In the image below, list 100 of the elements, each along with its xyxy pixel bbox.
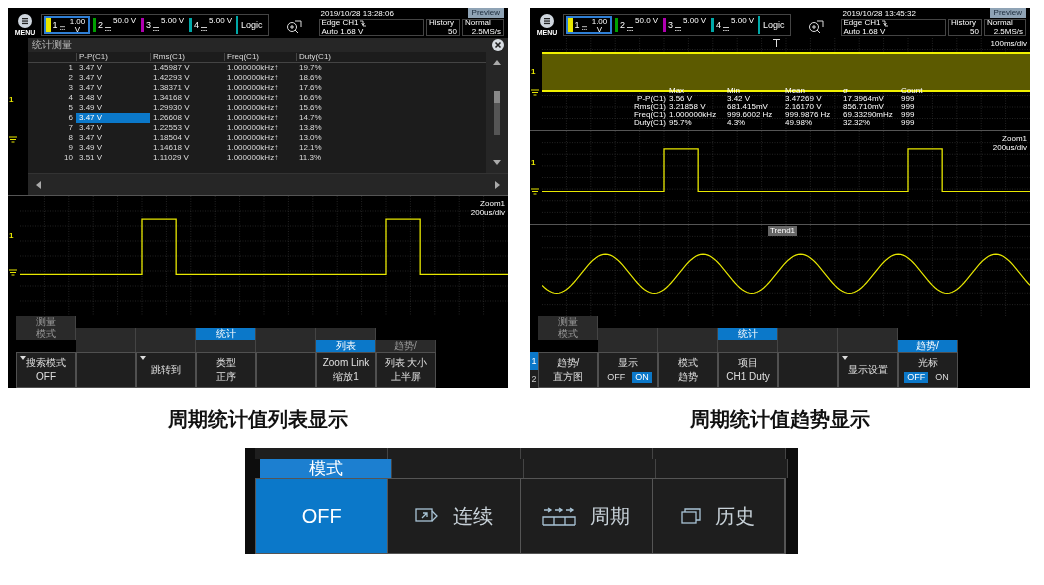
softkey[interactable]: 模式 趋势 <box>658 352 718 388</box>
toggle-softkey[interactable]: 显示 OFF ON <box>598 352 658 388</box>
row-index: 5 <box>67 104 74 112</box>
table-cell[interactable]: 3.49 V <box>76 103 150 113</box>
menu-tab[interactable]: 趋势/ <box>376 340 436 352</box>
row-index: 6 <box>67 114 74 122</box>
menu-tab[interactable] <box>838 340 898 352</box>
channel-marker[interactable]: 1 <box>9 96 14 104</box>
scroll-thumb[interactable] <box>494 90 500 103</box>
history-panel[interactable]: History 50 <box>426 19 460 36</box>
menu-tab[interactable] <box>658 340 718 352</box>
menu-tab[interactable] <box>598 340 658 352</box>
toggle-option[interactable]: OFF <box>904 371 929 383</box>
menu-tab[interactable]: 模式 <box>16 328 76 340</box>
table-cell[interactable]: 3.47 V <box>76 123 150 133</box>
menu-tab[interactable] <box>136 340 196 352</box>
softkey[interactable]: Zoom Link 缩放1 <box>316 352 376 388</box>
close-icon[interactable] <box>492 39 504 51</box>
menu-tab[interactable] <box>387 448 521 459</box>
table-cell[interactable]: 3.51 V <box>76 153 150 163</box>
toggle-option[interactable]: ON <box>932 371 952 383</box>
page-tab[interactable]: 2 <box>530 370 538 388</box>
scroll-left-icon[interactable] <box>36 180 41 189</box>
softkey[interactable]: 趋势/ 直方图 <box>538 352 598 388</box>
logic-button[interactable]: Logic <box>236 16 266 34</box>
softkey[interactable]: 类型 正序 <box>196 352 256 388</box>
trigger-panel[interactable]: Edge CH1 Auto 1.68 V <box>840 19 946 36</box>
scroll-right-icon[interactable] <box>495 180 500 189</box>
channel-button[interactable]: 2 50.0 V <box>614 16 660 34</box>
menu-tab[interactable] <box>778 340 838 352</box>
channel-button[interactable]: 3 5.00 V <box>662 16 708 34</box>
menu-tab[interactable] <box>392 459 524 478</box>
logic-button[interactable]: Logic <box>758 16 788 34</box>
table-cell[interactable]: 3.47 V <box>76 63 150 73</box>
scroll-up-icon[interactable] <box>493 60 501 65</box>
channel-marker[interactable]: 1 <box>531 68 536 76</box>
softkey[interactable]: 搜索模式 OFF <box>16 352 76 388</box>
table-cell[interactable]: 3.47 V <box>76 73 150 83</box>
menu-tab[interactable] <box>76 328 136 340</box>
menu-tab[interactable]: 统计 <box>718 328 778 340</box>
menu-tab[interactable] <box>658 328 718 340</box>
table-cell[interactable]: 3.47 V <box>76 113 150 123</box>
menu-tab[interactable]: 列表 <box>316 340 376 352</box>
table-cell[interactable]: 3.49 V <box>76 143 150 153</box>
menu-tab[interactable] <box>598 328 658 340</box>
vertical-scrollbar[interactable] <box>486 52 508 173</box>
mode-option[interactable]: 周期 <box>520 479 653 553</box>
toggle-softkey[interactable]: 光标 OFF ON <box>898 352 958 388</box>
menu-tab[interactable] <box>520 448 654 459</box>
menu-tab[interactable]: 测量 <box>538 316 598 328</box>
timebase-label: 100ms/div <box>990 40 1027 48</box>
menu-tab[interactable] <box>256 340 316 352</box>
softkey[interactable]: 显示设置 <box>838 352 898 388</box>
table-cell[interactable]: 3.47 V <box>76 133 150 143</box>
history-panel[interactable]: History 50 <box>948 19 982 36</box>
menu-tab[interactable] <box>653 448 786 459</box>
channel-button[interactable]: 4 5.00 V <box>710 16 756 34</box>
acquisition-panel[interactable]: Normal 2.5MS/s <box>984 19 1026 36</box>
acquisition-panel[interactable]: Normal 2.5MS/s <box>462 19 504 36</box>
menu-tab[interactable] <box>718 340 778 352</box>
menu-tab[interactable] <box>316 328 376 340</box>
channel-button[interactable]: 3 5.00 V <box>140 16 186 34</box>
table-cell[interactable]: 3.47 V <box>76 83 150 93</box>
softkey[interactable]: 列表 大小 上半屏 <box>376 352 436 388</box>
menu-tab[interactable]: 趋势/ <box>898 340 958 352</box>
cycle-icon <box>542 506 577 526</box>
toggle-option[interactable]: ON <box>632 371 652 383</box>
menu-tab[interactable] <box>524 459 656 478</box>
page-tab[interactable]: 1 <box>530 352 538 370</box>
mode-option[interactable]: 连续 <box>388 479 521 553</box>
menu-tab[interactable]: 统计 <box>196 328 256 340</box>
zoom-icon[interactable] <box>807 19 824 33</box>
table-cell[interactable]: 3.48 V <box>76 93 150 103</box>
softkey[interactable]: 跳转到 <box>136 352 196 388</box>
channel-marker[interactable]: 1 <box>531 158 536 167</box>
softkey[interactable]: 项目 CH1 Duty <box>718 352 778 388</box>
channel-button[interactable]: 1 1.00 V <box>44 16 90 34</box>
trigger-panel[interactable]: Edge CH1 Auto 1.68 V <box>318 19 424 36</box>
menu-tab[interactable] <box>255 448 388 459</box>
scroll-down-icon[interactable] <box>493 160 501 165</box>
menu-tab[interactable] <box>136 328 196 340</box>
menu-tab[interactable]: 模式 <box>538 328 598 340</box>
toggle-option[interactable]: OFF <box>604 371 629 383</box>
mode-option[interactable]: 历史 <box>652 479 785 553</box>
menu-tab[interactable] <box>656 459 788 478</box>
menu-tab[interactable] <box>256 328 316 340</box>
channel-button[interactable]: 4 5.00 V <box>188 16 234 34</box>
channel-button[interactable]: 2 50.0 V <box>92 16 138 34</box>
menu-tab[interactable]: 测量 <box>16 316 76 328</box>
mode-option[interactable]: OFF <box>256 479 389 553</box>
channel-marker[interactable]: 1 <box>9 232 14 240</box>
menu-tab[interactable] <box>76 340 136 352</box>
menu-tab[interactable] <box>196 340 256 352</box>
menu-tab[interactable] <box>838 328 898 340</box>
scrollbar-track[interactable] <box>494 90 500 135</box>
channel-button[interactable]: 1 1.00 V <box>566 16 612 34</box>
menu-tab[interactable] <box>778 328 838 340</box>
zoom-icon[interactable] <box>285 19 302 33</box>
horizontal-scrollbar[interactable] <box>28 173 508 195</box>
menu-tab[interactable]: 模式 <box>260 459 392 478</box>
